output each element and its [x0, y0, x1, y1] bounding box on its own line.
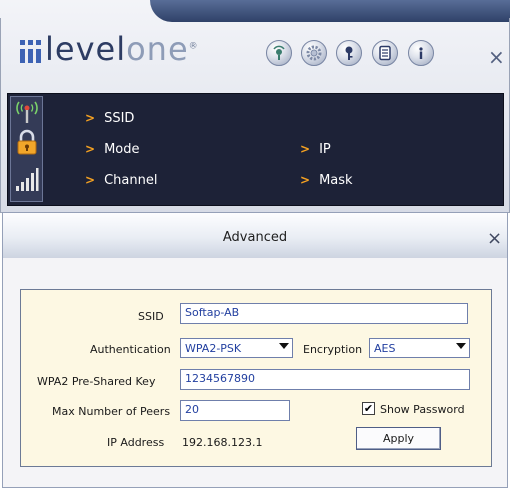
ip-address-value: 192.168.123.1	[182, 436, 263, 449]
bullet-arrow-icon: >	[300, 142, 311, 156]
signal-strength-icon	[16, 168, 39, 191]
info-channel: > Channel	[85, 173, 158, 188]
ip-address-label: IP Address	[107, 436, 165, 449]
bullet-arrow-icon: >	[85, 173, 96, 187]
ssid-input[interactable]: Softap-AB	[180, 303, 468, 324]
encryption-select[interactable]: AES	[369, 338, 470, 358]
padlock-icon	[17, 129, 37, 155]
chevron-down-icon	[279, 343, 289, 349]
wps-button[interactable]	[266, 40, 292, 66]
settings-button[interactable]	[301, 40, 327, 66]
ssid-label: SSID	[138, 310, 164, 323]
bullet-arrow-icon: >	[300, 173, 311, 187]
profile-button[interactable]	[372, 40, 398, 66]
show-password-checkbox[interactable]: ✔	[362, 402, 375, 415]
info-mode: > Mode	[85, 142, 140, 157]
max-peers-label: Max Number of Peers	[52, 405, 171, 418]
key-icon	[345, 46, 353, 60]
authentication-label: Authentication	[90, 343, 171, 356]
show-password-label[interactable]: Show Password	[380, 403, 465, 416]
brand-logo: levelone®	[45, 30, 199, 68]
levelone-logo-icon	[20, 40, 42, 64]
psk-input[interactable]: 1234567890	[180, 369, 470, 390]
bullet-arrow-icon: >	[85, 111, 96, 125]
document-icon	[379, 45, 391, 61]
authentication-select[interactable]: WPA2-PSK	[180, 338, 293, 358]
connection-info-panel	[7, 93, 504, 206]
security-button[interactable]	[336, 40, 362, 66]
info-ssid: > SSID	[85, 111, 135, 126]
about-button[interactable]	[408, 40, 434, 66]
info-icon	[419, 47, 423, 59]
dialog-title: Advanced	[222, 230, 288, 245]
apply-button[interactable]: Apply	[356, 427, 441, 450]
psk-label: WPA2 Pre-Shared Key	[37, 375, 156, 388]
close-icon[interactable]: ×	[488, 45, 505, 69]
close-icon[interactable]: ×	[487, 228, 502, 249]
info-ip: > IP	[300, 142, 331, 157]
chevron-down-icon	[456, 343, 466, 349]
encryption-label: Encryption	[303, 343, 363, 356]
wps-icon	[273, 45, 285, 60]
signal-tower-icon	[16, 101, 38, 123]
max-peers-input[interactable]: 20	[180, 400, 290, 421]
info-mask: > Mask	[300, 173, 353, 188]
gear-icon	[306, 45, 322, 61]
bullet-arrow-icon: >	[85, 142, 96, 156]
